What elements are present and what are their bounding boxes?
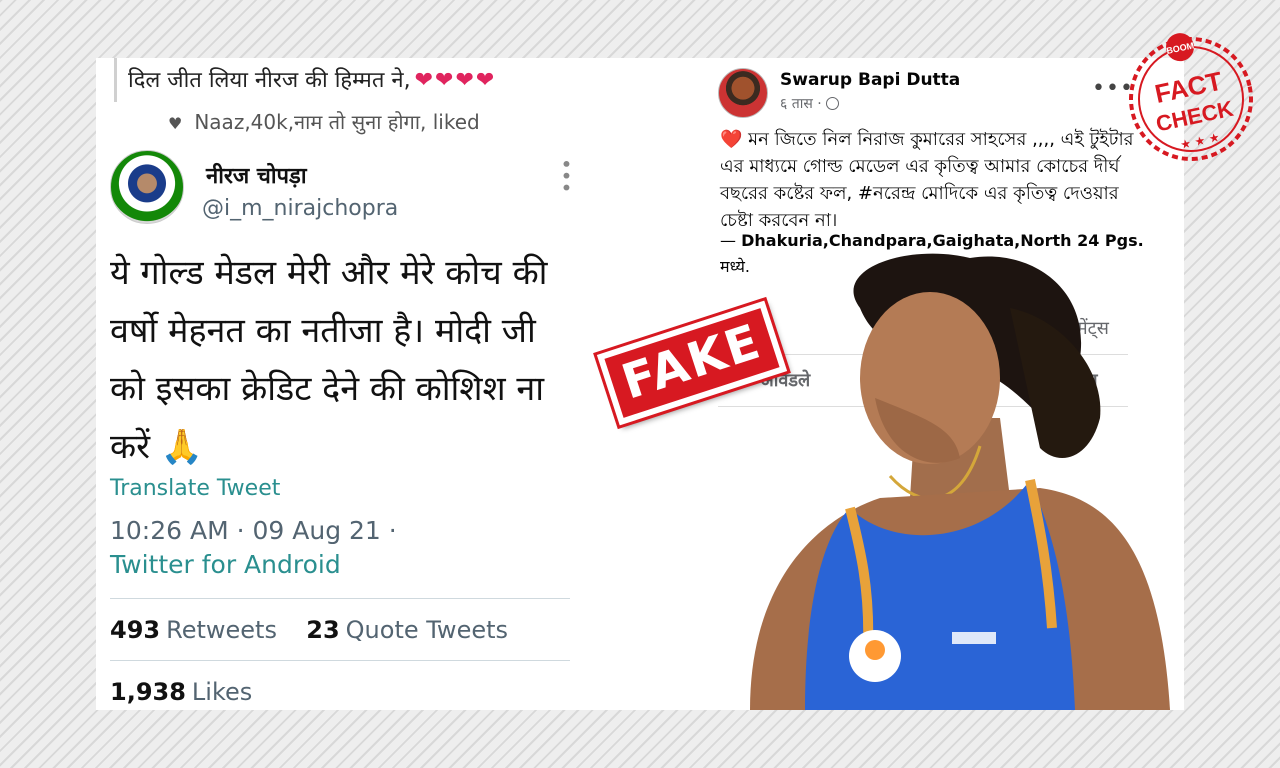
post-text: ❤️ মন জিতে নিল নিরাজ কুমারের সাহসের ,,,,… (720, 126, 1140, 234)
avatar[interactable] (718, 68, 768, 118)
globe-icon (825, 97, 839, 110)
heart-icon: ❤️ (720, 129, 743, 150)
avatar[interactable] (110, 150, 184, 224)
likes-label: Likes (191, 678, 253, 706)
post-meta: ६ तास · (780, 94, 839, 113)
hearts-icon: ❤❤❤❤ (414, 68, 497, 93)
likes-stat[interactable]: 1,938 Likes (110, 678, 252, 706)
svg-text:★ ★ ★: ★ ★ ★ (1179, 130, 1221, 152)
divider (110, 660, 570, 661)
more-options-icon[interactable]: ••• (554, 158, 578, 193)
quote-tweets-stat[interactable]: 23 Quote Tweets (306, 616, 508, 644)
retweets-label: Retweets (166, 616, 277, 644)
tweet-timestamp[interactable]: 10:26 AM · 09 Aug 21 · (110, 516, 397, 545)
likes-count: 1,938 (110, 678, 186, 706)
post-text-body: মন জিতে নিল নিরাজ কুমারের সাহসের ,,,, এই… (720, 129, 1134, 231)
author-name[interactable]: नीरज चोपड़ा (206, 160, 307, 190)
engagement-stats: 493 Retweets 23 Quote Tweets (110, 616, 508, 644)
quotes-count: 23 (306, 616, 340, 644)
author-handle[interactable]: @i_m_nirajchopra (202, 196, 398, 221)
reply-text: दिल जीत लिया नीरज की हिम्मत ने, ❤❤❤❤ (128, 64, 496, 94)
reply-text-label: दिल जीत लिया नीरज की हिम्मत ने, (128, 68, 411, 93)
tweet-card: दिल जीत लिया नीरज की हिम्मत ने, ❤❤❤❤ ♥ Naa… (96, 58, 586, 710)
thread-line (114, 58, 117, 102)
liked-row: ♥ Naaz,40k,नाम तो सुना होगा, liked (168, 108, 480, 135)
tweet-source-link[interactable]: Twitter for Android (110, 550, 341, 579)
athlete-photo (750, 253, 1170, 710)
retweets-stat[interactable]: 493 Retweets (110, 616, 277, 644)
tweet-text: ये गोल्ड मेडल मेरी और मेरे कोच की वर्षो … (110, 253, 548, 467)
divider (110, 598, 570, 599)
post-time[interactable]: ६ तास · (780, 96, 822, 112)
retweets-count: 493 (110, 616, 161, 644)
liked-text: Naaz,40k,नाम तो सुना होगा, liked (194, 110, 480, 134)
heart-icon: ♥ (168, 114, 183, 133)
quotes-label: Quote Tweets (345, 616, 509, 644)
post-author-name[interactable]: Swarup Bapi Dutta (780, 70, 960, 90)
translate-tweet-link[interactable]: Translate Tweet (110, 476, 280, 501)
